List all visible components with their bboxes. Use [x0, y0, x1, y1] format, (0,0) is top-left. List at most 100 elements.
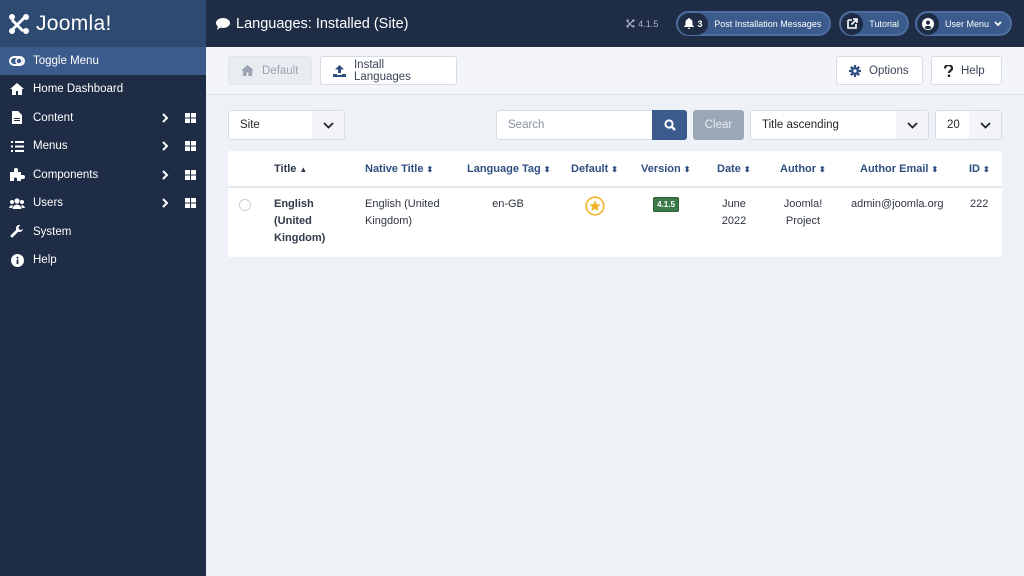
- joomla-small-icon: [626, 19, 635, 28]
- column-label: ID: [969, 163, 980, 175]
- dashboard-grid-icon[interactable]: [185, 141, 196, 151]
- toolbar: Default Install Languages Options Help: [206, 47, 1024, 95]
- default-button[interactable]: Default: [228, 56, 312, 85]
- sidebar-item-label: Components: [33, 168, 99, 181]
- sort-icon: ⬍: [819, 164, 826, 174]
- external-link-icon: [846, 18, 858, 29]
- client-select-arrow: [312, 111, 344, 139]
- sort-icon: ⬍: [931, 164, 939, 174]
- tutorial-label: Tutorial: [869, 18, 899, 29]
- help-button[interactable]: Help: [931, 56, 1002, 85]
- joomla-logo[interactable]: Joomla!: [0, 0, 206, 47]
- cell-author-email: admin@joomla.org: [851, 198, 944, 210]
- home-icon: [241, 65, 254, 76]
- client-select-value: Site: [240, 119, 260, 131]
- sidebar-item-label: Menus: [33, 140, 68, 153]
- column-header-version[interactable]: Version ⬍: [641, 151, 690, 187]
- chevron-right-icon[interactable]: [160, 169, 170, 181]
- toggle-icon: [9, 54, 25, 68]
- tutorial-icon-cap: [841, 12, 864, 35]
- users-icon: [9, 196, 25, 210]
- column-header-id[interactable]: ID ⬍: [969, 151, 990, 187]
- wrench-icon: [9, 224, 25, 239]
- cell-title: English (United Kingdom): [274, 198, 326, 244]
- chevron-down-icon: [322, 121, 334, 129]
- sort-icon: ⬍: [983, 164, 990, 174]
- sidebar-item-system[interactable]: System: [0, 218, 206, 247]
- user-menu-button[interactable]: User Menu: [914, 11, 1012, 36]
- header-actions: 4.1.5 3 Post Installation Messages Tutor…: [626, 11, 1012, 36]
- cell-language-tag: en-GB: [492, 198, 524, 210]
- ordering-select[interactable]: Title ascending: [750, 110, 929, 140]
- options-label: Options: [869, 64, 909, 77]
- post-installation-messages-button[interactable]: 3 Post Installation Messages: [676, 11, 832, 36]
- puzzle-icon: [9, 168, 25, 182]
- column-header-date[interactable]: Date ⬍: [717, 151, 751, 187]
- sidebar-toggle-label: Toggle Menu: [33, 55, 99, 67]
- user-menu-label: User Menu: [944, 18, 989, 29]
- column-header-native-title[interactable]: Native Title ⬍: [365, 151, 433, 187]
- column-header-title[interactable]: Title ▲: [274, 151, 307, 187]
- cell-version: 4.1.5: [641, 196, 691, 213]
- languages-table: Title ▲ Native Title ⬍ Language Tag ⬍ Defau…: [228, 151, 1002, 257]
- joomla-logo-icon: [9, 13, 29, 34]
- sidebar-item-menus[interactable]: Menus: [0, 132, 206, 161]
- joomla-wordmark: Joomla!: [36, 11, 112, 35]
- sidebar-item-label: Content: [33, 111, 74, 124]
- column-label: Date: [717, 163, 741, 175]
- chevron-right-icon[interactable]: [160, 197, 170, 209]
- sidebar-toggle-menu[interactable]: Toggle Menu: [0, 47, 206, 75]
- dashboard-grid-icon[interactable]: [185, 198, 196, 208]
- tutorial-button[interactable]: Tutorial: [839, 11, 909, 36]
- chevron-right-icon[interactable]: [160, 112, 170, 124]
- sidebar-item-content[interactable]: Content: [0, 104, 206, 133]
- sidebar-item-home-dashboard[interactable]: Home Dashboard: [0, 75, 206, 104]
- dashboard-grid-icon[interactable]: [185, 169, 196, 180]
- search-input[interactable]: [496, 110, 653, 140]
- version-badge: 4.1.5: [653, 197, 679, 212]
- home-icon: [9, 82, 25, 96]
- comment-icon: [216, 17, 230, 30]
- options-button[interactable]: Options: [836, 56, 923, 85]
- search-icon: [663, 119, 676, 131]
- column-header-author-email[interactable]: Author Email ⬍: [860, 151, 938, 187]
- sidebar-item-components[interactable]: Components: [0, 161, 206, 190]
- page-title-text: Languages: Installed (Site): [236, 15, 409, 32]
- column-header-language-tag[interactable]: Language Tag ⬍: [467, 151, 550, 187]
- column-header-default[interactable]: Default ⬍: [571, 151, 618, 187]
- user-circle-icon: [921, 17, 934, 30]
- user-icon-cap: [916, 12, 939, 35]
- search-button[interactable]: [652, 110, 687, 140]
- cell-native-title: English (United Kingdom): [365, 198, 440, 227]
- sidebar-item-label: System: [33, 225, 72, 238]
- default-star-icon[interactable]: [585, 196, 605, 216]
- client-select[interactable]: Site: [228, 110, 345, 140]
- question-icon: [944, 64, 953, 77]
- notification-count: 3: [697, 18, 703, 29]
- table-header-divider: [228, 186, 1002, 188]
- row-select-radio[interactable]: [239, 199, 251, 211]
- cell-author: Joomla! Project: [783, 198, 823, 227]
- joomla-version: 4.1.5: [626, 19, 658, 29]
- notification-count-cap: 3: [678, 12, 709, 35]
- sidebar-item-label: Users: [33, 197, 64, 210]
- clear-button[interactable]: Clear: [693, 110, 744, 140]
- ordering-select-arrow: [896, 111, 928, 139]
- sidebar-item-users[interactable]: Users: [0, 189, 206, 218]
- app-root: Joomla! Toggle Menu Home Dashboard Conte…: [0, 0, 1024, 576]
- column-label: Native Title: [365, 163, 424, 175]
- upload-icon: [333, 64, 346, 77]
- column-header-author[interactable]: Author ⬍: [780, 151, 826, 187]
- sort-icon: ⬍: [683, 164, 691, 174]
- bell-icon: [683, 18, 694, 29]
- column-label: Author: [780, 163, 817, 175]
- sort-asc-icon: ▲: [299, 164, 308, 174]
- dashboard-grid-icon[interactable]: [185, 112, 196, 123]
- cell-date: June 2022: [721, 198, 747, 227]
- column-label: Language Tag: [467, 163, 541, 175]
- sidebar-item-label: Home Dashboard: [33, 83, 124, 96]
- install-languages-button[interactable]: Install Languages: [320, 56, 457, 85]
- sidebar-item-help[interactable]: Help: [0, 246, 206, 275]
- chevron-right-icon[interactable]: [160, 140, 170, 152]
- limit-select[interactable]: 20: [935, 110, 1002, 140]
